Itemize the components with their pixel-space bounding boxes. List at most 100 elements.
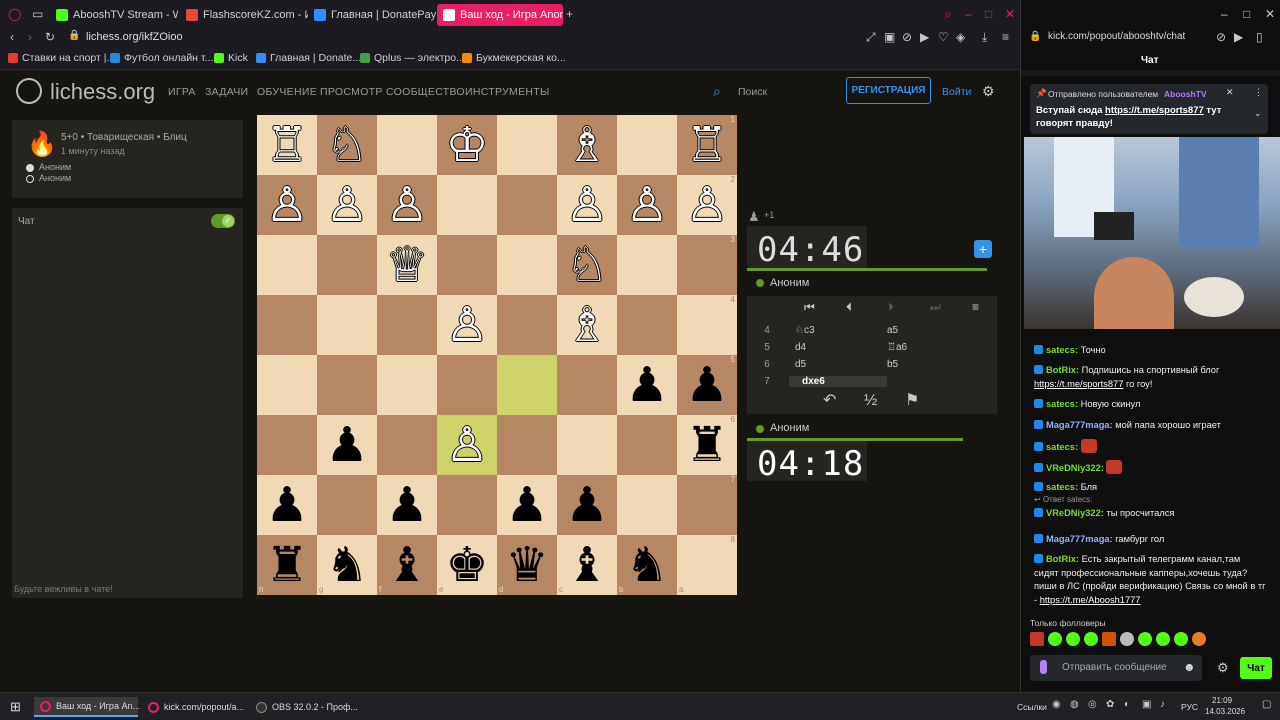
adblock-icon[interactable]: ⊘ — [1216, 31, 1226, 43]
kick-url[interactable]: kick.com/popout/abooshtv/chat — [1048, 31, 1185, 42]
adblock-icon[interactable]: ⊘ — [902, 31, 912, 43]
white-knight-icon[interactable]: ♘ — [325, 121, 368, 169]
tab-aboosh[interactable]: AbooshTV Stream - Watch — [50, 4, 178, 26]
pinned-link[interactable]: https://t.me/sports877 — [1105, 105, 1204, 116]
chat-username[interactable]: BotRix: — [1046, 554, 1082, 564]
search-icon[interactable]: ⌕ — [713, 84, 721, 98]
chat-link[interactable]: https://t.me/Aboosh1777 — [1040, 595, 1141, 605]
chat-username[interactable]: satecs: — [1046, 442, 1081, 452]
white-pawn-icon[interactable]: ♙ — [385, 181, 428, 229]
add-time-button[interactable]: + — [974, 240, 992, 258]
clock-date[interactable]: 14.03.2026 — [1205, 707, 1245, 716]
board-square[interactable]: ♟ — [617, 355, 677, 415]
black-rook-icon[interactable]: ♜ — [685, 421, 728, 469]
board-square[interactable]: ♟ — [257, 475, 317, 535]
taskbar-item-lichess[interactable]: Ваш ход - Игра An... — [34, 697, 140, 717]
chevron-down-icon[interactable]: ⌄ — [1254, 108, 1262, 119]
bookmark-1[interactable]: Ставки на спорт |... — [8, 52, 115, 64]
taskbar-item-obs[interactable]: OBS 32.0.2 - Проф... — [250, 697, 358, 717]
board-square[interactable] — [617, 295, 677, 355]
site-logo[interactable]: lichess.org — [50, 79, 155, 105]
black-move[interactable]: ♖a6 — [887, 342, 907, 353]
board-square[interactable]: ♙ — [437, 415, 497, 475]
player-icon[interactable]: ▶ — [920, 31, 929, 43]
board-square[interactable] — [257, 295, 317, 355]
board-square[interactable]: ♟ — [377, 475, 437, 535]
chat-username[interactable]: BotRix: — [1046, 365, 1082, 375]
white-pawn-icon[interactable]: ♙ — [445, 421, 488, 469]
url-text[interactable]: lichess.org/ikfZOioo — [86, 31, 183, 43]
white-knight-icon[interactable]: ♘ — [565, 241, 608, 289]
white-move[interactable]: d4 — [782, 342, 887, 353]
board-square[interactable]: ♝ f — [377, 535, 437, 595]
board-square[interactable] — [497, 175, 557, 235]
board-square[interactable]: ♙ — [377, 175, 437, 235]
board-square[interactable] — [317, 475, 377, 535]
nav-community[interactable]: СООБЩЕСТВО — [386, 86, 465, 98]
emote-icon[interactable] — [1156, 632, 1170, 646]
tray-icon[interactable]: ◉ — [1052, 700, 1061, 710]
chat-input[interactable]: Будьте вежливы в чате! — [14, 584, 113, 594]
board-square[interactable] — [377, 355, 437, 415]
maximize-icon[interactable]: □ — [985, 8, 992, 20]
first-move-icon[interactable]: ⏮ — [804, 301, 815, 313]
board-square[interactable] — [437, 475, 497, 535]
black-pawn-icon[interactable]: ♟ — [505, 481, 548, 529]
board-square[interactable]: ♛ d — [497, 535, 557, 595]
chat-username[interactable]: Maga777maga: — [1046, 534, 1115, 544]
board-square[interactable] — [617, 475, 677, 535]
chat-username[interactable]: VReDNiy322: — [1046, 463, 1106, 473]
last-move-icon[interactable]: ⏭ — [930, 301, 941, 313]
emote-icon[interactable] — [1066, 632, 1080, 646]
tray-icon[interactable]: ▣ — [1142, 700, 1151, 710]
board-square[interactable]: ♔ — [437, 115, 497, 175]
minimize-icon[interactable]: – — [965, 8, 972, 20]
white-rook-icon[interactable]: ♖ — [685, 121, 728, 169]
white-queen-icon[interactable]: ♕ — [385, 241, 428, 289]
board-square[interactable] — [257, 415, 317, 475]
tray-icon[interactable]: ◍ — [1070, 700, 1079, 710]
emote-icon[interactable] — [1120, 632, 1134, 646]
board-square[interactable] — [617, 115, 677, 175]
board-square[interactable] — [437, 175, 497, 235]
board-square[interactable]: ♝ c — [557, 535, 617, 595]
forward-icon[interactable]: › — [28, 31, 32, 43]
emote-icon[interactable] — [1048, 632, 1062, 646]
white-pawn-icon[interactable]: ♙ — [565, 181, 608, 229]
takeback-icon[interactable]: ↶ — [823, 393, 836, 409]
board-square[interactable] — [617, 235, 677, 295]
board-square[interactable]: ♟ — [557, 475, 617, 535]
register-button[interactable]: РЕГИСТРАЦИЯ — [846, 77, 931, 104]
board-square[interactable]: 8a — [677, 535, 737, 595]
black-pawn-icon[interactable]: ♟ — [325, 421, 368, 469]
chat-username[interactable]: satecs: — [1046, 482, 1081, 492]
bookmark-3[interactable]: Kick — [214, 52, 248, 64]
new-tab-icon[interactable]: + — [566, 8, 573, 20]
tab-donatepay[interactable]: Главная | DonatePay — [308, 4, 436, 26]
black-knight-icon[interactable]: ♞ — [625, 541, 668, 589]
emote-icon[interactable] — [1138, 632, 1152, 646]
board-square[interactable] — [377, 115, 437, 175]
white-bishop-icon[interactable]: ♗ — [565, 301, 608, 349]
white-pawn-icon[interactable]: ♙ — [445, 301, 488, 349]
board-square[interactable]: ♚ e — [437, 535, 497, 595]
black-bishop-icon[interactable]: ♝ — [385, 541, 428, 589]
bookmark-5[interactable]: Qplus — электро... — [360, 52, 465, 64]
board-square[interactable] — [497, 295, 557, 355]
emote-icon[interactable] — [1030, 632, 1044, 646]
opera-logo-icon[interactable]: ◯ — [8, 8, 21, 20]
board-square[interactable]: 4 — [677, 295, 737, 355]
board-square[interactable]: ♞ b — [617, 535, 677, 595]
search-tabs-icon[interactable]: ⌕ — [945, 8, 952, 20]
tray-icon[interactable]: ✿ — [1106, 700, 1114, 710]
language-indicator[interactable]: РУС — [1181, 702, 1198, 712]
chat-toggle[interactable]: ✓ — [211, 214, 235, 228]
chat-username[interactable]: satecs: — [1046, 399, 1081, 409]
black-pawn-icon[interactable]: ♟ — [265, 481, 308, 529]
black-knight-icon[interactable]: ♞ — [325, 541, 368, 589]
board-square[interactable]: ♙ — [617, 175, 677, 235]
taskbar-item-kick[interactable]: kick.com/popout/a... — [142, 697, 246, 717]
board-square[interactable]: 7 — [677, 475, 737, 535]
board-square[interactable] — [377, 415, 437, 475]
links-toolbar[interactable]: Ссылки — [1017, 702, 1047, 712]
